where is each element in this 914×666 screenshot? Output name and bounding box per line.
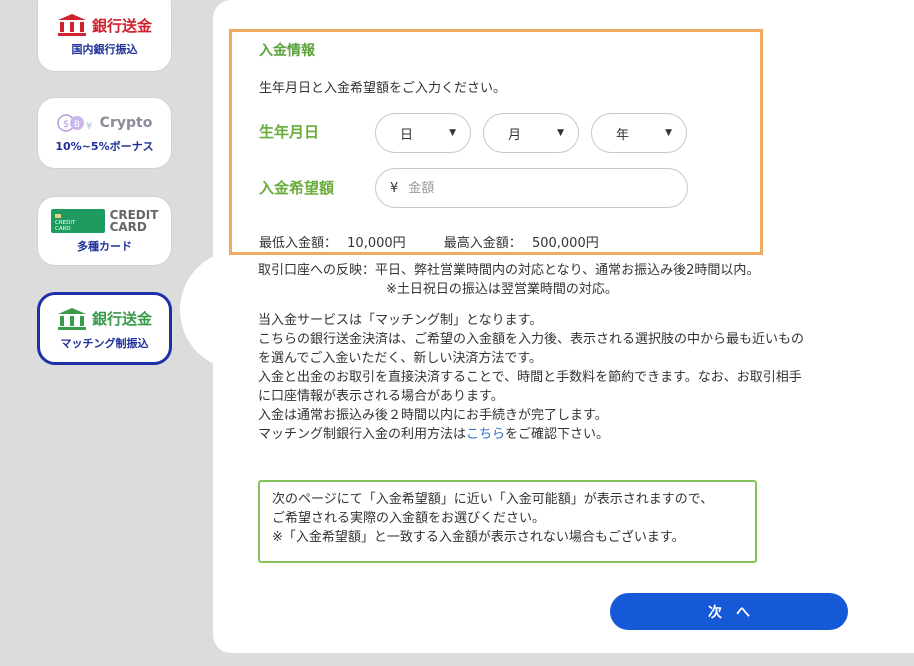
chevron-down-icon: ▼ <box>557 128 564 138</box>
description-line: こちらの銀行送金決済は、ご希望の入金額を入力後、表示される選択肢の中から最も近い… <box>258 332 805 347</box>
bank-icon <box>57 14 86 36</box>
description-line: 当入金サービスは「マッチング制」となります。 <box>258 313 543 328</box>
day-select-value: 日 <box>400 127 414 143</box>
notice-line: ※「入金希望額」と一致する入金額が表示されない場合もございます。 <box>272 530 685 545</box>
description-line: 入金と出金のお取引を直接決済することで、時間と手数料を節約できます。なお、お取引… <box>258 370 802 385</box>
notice-box: 次のページにて「入金希望額」に近い「入金可能額」が表示されますので、 ご希望され… <box>258 480 757 563</box>
payment-option-matching-bank-transfer[interactable]: 銀行送金 マッチング制振込 <box>37 292 172 365</box>
bank-transfer-subtitle: 国内銀行振込 <box>71 43 138 56</box>
yen-symbol: ¥ <box>390 180 399 196</box>
next-button[interactable]: 次 へ <box>610 593 848 630</box>
usage-text-post: をご確認下さい。 <box>505 427 610 442</box>
dob-label: 生年月日 <box>259 123 320 141</box>
crypto-coins-icon: $ B ¥ <box>56 114 92 132</box>
max-amount-value: 500,000円 <box>531 236 599 251</box>
svg-text:B: B <box>74 120 80 130</box>
payment-option-bank-transfer[interactable]: 銀行送金 国内銀行振込 <box>37 0 172 72</box>
max-amount-label: 最高入金額： <box>443 236 522 251</box>
credit-card-subtitle: 多種カード <box>77 240 132 253</box>
next-arrow-icon: へ <box>736 603 750 620</box>
payment-option-credit-card[interactable]: CREDIT CARD CREDIT CARD 多種カード <box>37 196 172 266</box>
crypto-subtitle: 10%~5%ボーナス <box>55 140 154 153</box>
description-line: 入金は通常お振込み後２時間以内にお手続きが完了します。 <box>258 408 608 423</box>
bank-transfer-title: 銀行送金 <box>91 16 152 35</box>
usage-text-pre: マッチング制銀行入金の利用方法は <box>258 427 467 442</box>
min-amount-value: 10,000円 <box>347 236 406 251</box>
amount-field[interactable]: ¥ <box>375 168 688 208</box>
svg-text:$: $ <box>62 119 68 130</box>
amount-label: 入金希望額 <box>259 179 335 197</box>
svg-text:¥: ¥ <box>85 121 91 132</box>
notice-line: 次のページにて「入金希望額」に近い「入金可能額」が表示されますので、 <box>272 492 714 507</box>
matching-transfer-subtitle: マッチング制振込 <box>60 336 149 350</box>
year-select[interactable]: 年 ▼ <box>591 113 687 153</box>
amount-input[interactable] <box>408 180 669 196</box>
reflection-weekend-note: ※土日祝日の振込は翌営業時間の対応。 <box>386 282 618 297</box>
crypto-title: Crypto <box>99 115 153 131</box>
month-select-value: 月 <box>508 127 522 143</box>
reflection-line: 取引口座への反映：平日、弊社営業時間内の対応となり、通常お振込み後2時間以内。 <box>258 263 760 278</box>
deposit-info-box: 入金情報 生年月日と入金希望額をご入力ください。 生年月日 日 ▼ 月 ▼ 年 … <box>229 29 763 255</box>
notice-line: ご希望される実際の入金額をお選びください。 <box>272 511 546 526</box>
chevron-down-icon: ▼ <box>665 128 672 138</box>
usage-guide-link[interactable]: こちら <box>466 427 505 442</box>
section-title: 入金情報 <box>259 43 315 59</box>
payment-option-crypto[interactable]: $ B ¥ Crypto 10%~5%ボーナス <box>37 97 172 169</box>
reflection-notes: 取引口座への反映：平日、弊社営業時間内の対応となり、通常お振込み後2時間以内。 … <box>258 261 759 299</box>
sidebar: 銀行送金 国内銀行振込 $ B ¥ Crypto 10%~5%ボーナス CRED… <box>0 0 213 666</box>
min-amount-label: 最低入金額： <box>259 236 338 251</box>
service-description: 当入金サービスは「マッチング制」となります。 こちらの銀行送金決済は、ご希望の入… <box>258 311 804 444</box>
instruction-text: 生年月日と入金希望額をご入力ください。 <box>259 81 507 96</box>
description-line: マッチング制銀行入金の利用方法はこちらをご確認下さい。 <box>258 425 804 444</box>
description-line: に口座情報が表示される場合があります。 <box>258 389 504 404</box>
deposit-limits: 最低入金額： 10,000円 最高入金額： 500,000円 <box>259 232 605 251</box>
credit-card-title: CREDIT CARD <box>110 209 159 233</box>
credit-card-icon-text2: CARD <box>55 226 71 232</box>
day-select[interactable]: 日 ▼ <box>375 113 471 153</box>
month-select[interactable]: 月 ▼ <box>483 113 579 153</box>
description-line: を選んでご入金いただく、新しい決済方法です。 <box>258 351 543 366</box>
credit-card-icon: CREDIT CARD <box>50 209 105 233</box>
chevron-down-icon: ▼ <box>449 128 456 138</box>
year-select-value: 年 <box>616 127 630 143</box>
matching-transfer-title: 銀行送金 <box>91 310 152 328</box>
credit-line2: CARD <box>109 220 147 234</box>
bank-icon <box>57 307 86 330</box>
next-button-label: 次 <box>708 603 722 620</box>
